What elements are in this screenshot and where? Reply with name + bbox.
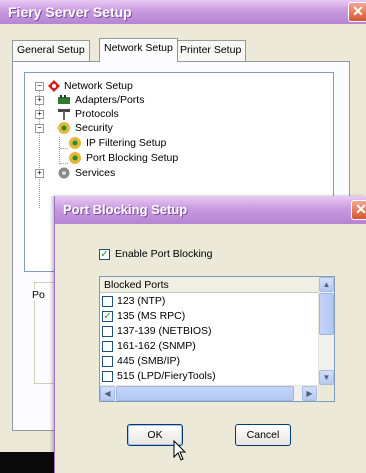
dialog-close-button[interactable]: ✕ xyxy=(351,200,366,220)
protocols-icon xyxy=(58,109,70,120)
tree-label: Security xyxy=(75,122,113,134)
security-icon xyxy=(69,152,81,164)
window-close-button[interactable]: ✕ xyxy=(348,2,366,22)
blocked-ports-header[interactable]: Blocked Ports xyxy=(100,277,318,293)
port-checkbox[interactable] xyxy=(102,296,113,307)
tree-label: IP Filtering Setup xyxy=(86,137,167,149)
dialog-titlebar[interactable]: Port Blocking Setup ✕ xyxy=(55,196,366,224)
tree-label: Protocols xyxy=(75,108,119,120)
port-label: 161-162 (SNMP) xyxy=(117,340,196,352)
port-checkbox[interactable]: ✓ xyxy=(102,311,113,322)
port-checkbox[interactable] xyxy=(102,341,113,352)
port-row-135[interactable]: ✓ 135 (MS RPC) xyxy=(100,309,318,324)
port-row-161-162[interactable]: 161-162 (SNMP) xyxy=(100,339,318,354)
enable-port-blocking-checkbox[interactable]: ✓ xyxy=(99,249,110,260)
group-box-label: Po xyxy=(30,289,47,301)
scrollbar-corner xyxy=(318,385,334,401)
dialog-title: Port Blocking Setup xyxy=(63,202,188,217)
port-label: 445 (SMB/IP) xyxy=(117,355,181,367)
port-label: 135 (MS RPC) xyxy=(117,310,186,322)
port-blocking-setup-dialog: Port Blocking Setup ✕ ✓ Enable Port Bloc… xyxy=(54,196,366,473)
port-checkbox[interactable] xyxy=(102,356,113,367)
enable-port-blocking-label: Enable Port Blocking xyxy=(115,248,213,260)
scroll-left-button[interactable]: ◀ xyxy=(100,386,115,401)
network-setup-icon xyxy=(48,80,60,92)
port-row-123[interactable]: 123 (NTP) xyxy=(100,294,318,309)
tab-network-setup[interactable]: Network Setup xyxy=(99,38,178,62)
port-label: 515 (LPD/FieryTools) xyxy=(117,370,216,382)
horizontal-scroll-thumb[interactable] xyxy=(116,386,294,401)
collapse-toggle[interactable]: − xyxy=(35,124,44,133)
mouse-pointer-icon xyxy=(173,440,187,461)
blocked-ports-list[interactable]: Blocked Ports 123 (NTP) ✓ 135 (MS RPC) 1… xyxy=(99,276,335,402)
port-label: 137-139 (NETBIOS) xyxy=(117,325,212,337)
scroll-down-button[interactable]: ▼ xyxy=(319,370,334,385)
vertical-scroll-thumb[interactable] xyxy=(319,293,334,335)
scroll-right-button[interactable]: ▶ xyxy=(302,386,317,401)
port-label: 123 (NTP) xyxy=(117,295,166,307)
window-titlebar[interactable]: Fiery Server Setup ✕ xyxy=(0,0,366,24)
tab-general-setup[interactable]: General Setup xyxy=(12,40,90,61)
window-title: Fiery Server Setup xyxy=(8,4,132,20)
tree-label: Port Blocking Setup xyxy=(86,152,179,164)
collapse-toggle[interactable]: − xyxy=(35,82,44,91)
services-icon xyxy=(58,167,70,179)
horizontal-scrollbar[interactable]: ◀ ▶ xyxy=(100,385,318,401)
tree-label: Services xyxy=(75,167,116,179)
expand-toggle[interactable]: + xyxy=(35,169,44,178)
port-row-445[interactable]: 445 (SMB/IP) xyxy=(100,354,318,369)
port-row-515[interactable]: 515 (LPD/FieryTools) xyxy=(100,369,318,383)
cancel-button[interactable]: Cancel xyxy=(235,424,291,446)
scroll-up-button[interactable]: ▲ xyxy=(319,277,334,292)
tree-label: Network Setup xyxy=(64,80,133,92)
network-adapter-icon xyxy=(58,95,70,104)
tree-label: Adapters/Ports xyxy=(75,94,145,106)
enable-port-blocking-option[interactable]: ✓ Enable Port Blocking xyxy=(99,248,299,262)
expand-toggle[interactable]: + xyxy=(35,110,44,119)
port-row-137-139[interactable]: 137-139 (NETBIOS) xyxy=(100,324,318,339)
security-icon xyxy=(69,137,81,149)
expand-toggle[interactable]: + xyxy=(35,96,44,105)
security-icon xyxy=(58,122,70,134)
vertical-scrollbar[interactable]: ▲ ▼ xyxy=(318,277,334,385)
port-checkbox[interactable] xyxy=(102,371,113,382)
tab-printer-setup[interactable]: Printer Setup xyxy=(175,40,247,61)
port-checkbox[interactable] xyxy=(102,326,113,337)
taskbar-fragment xyxy=(0,452,60,473)
